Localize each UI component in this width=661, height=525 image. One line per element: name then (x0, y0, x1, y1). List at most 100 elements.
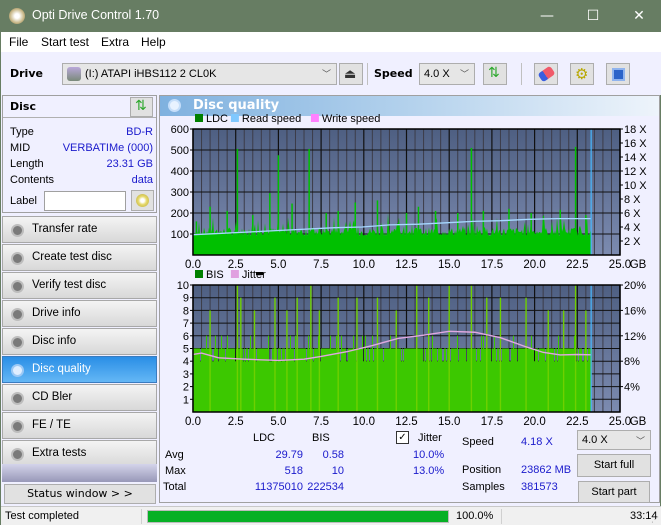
menu-extra[interactable]: Extra (101, 35, 129, 49)
menu-bar: File Start test Extra Help (1, 32, 661, 52)
disc-tool-icon (11, 336, 24, 349)
x-tick-label: 15.0 (438, 259, 460, 271)
max-label: Max (165, 465, 186, 477)
y-tick-label-left: 4 (183, 356, 189, 368)
toolbar: Drive (I:) ATAPI iHBS112 2 CL0K ﹀ ⏏ Spee… (1, 52, 661, 95)
y-tick-label-left: 9 (183, 293, 189, 305)
x-tick-label: 0.0 (185, 259, 201, 271)
close-button[interactable]: ✕ (616, 1, 661, 32)
disc-tool-icon (11, 280, 24, 293)
disc-refresh-button[interactable]: ⇅ (130, 97, 153, 117)
y-tick-label-right: 4% (624, 382, 640, 394)
nav-item-label: Extra tests (32, 447, 87, 459)
disc-label-label: Label (10, 195, 37, 207)
nav-item-drive-info[interactable]: Drive info (2, 300, 157, 327)
nav-item-label: FE / TE (32, 419, 71, 431)
menu-help[interactable]: Help (141, 35, 166, 49)
max-ldc: 518 (284, 465, 303, 477)
speed-stat-label: Speed (462, 436, 494, 448)
y-tick-label-right: 4 X (624, 222, 641, 234)
maximize-button[interactable]: ☐ (570, 1, 616, 32)
total-bis: 222534 (307, 481, 344, 493)
drive-icon (67, 67, 81, 81)
legend-label-ldc: LDC (206, 113, 228, 125)
nav-item-cd-bler[interactable]: CD Bler (2, 384, 157, 411)
disc-info-box: Disc ⇅ Type BD-R MID VERBATIMe (000) Len… (2, 95, 157, 213)
nav-item-create-test-disc[interactable]: Create test disc (2, 244, 157, 271)
y-tick-label-left: 10 (177, 280, 189, 292)
drive-value: (I:) ATAPI iHBS112 2 CL0K (85, 68, 217, 80)
nav-item-label: Verify test disc (32, 279, 107, 291)
disc-length-label: Length (10, 158, 44, 170)
nav-item-verify-test-disc[interactable]: Verify test disc (2, 272, 157, 299)
y-tick-label-right: 8 X (624, 194, 641, 206)
col-bis-header: BIS (312, 432, 330, 444)
progress-fill (148, 511, 448, 522)
drive-select[interactable]: (I:) ATAPI iHBS112 2 CL0K ﹀ (62, 63, 337, 85)
disc-icon (136, 194, 149, 207)
y-tick-label-right: 6 X (624, 208, 641, 220)
erase-button[interactable] (534, 63, 558, 85)
y-tick-label-left: 400 (171, 166, 189, 178)
max-bis: 10 (331, 465, 344, 477)
x-tick-label: 7.5 (313, 259, 329, 271)
nav-item-extra-tests[interactable]: Extra tests (2, 440, 157, 467)
progress-text: 100.0% (456, 510, 494, 522)
y-tick-label-right: 2 X (624, 236, 641, 248)
max-jitter: 13.0% (413, 465, 445, 477)
refresh-drive-button[interactable]: ⇅ (483, 63, 507, 85)
start-full-button[interactable]: Start full (577, 454, 651, 477)
save-button[interactable] (606, 63, 630, 85)
disc-mid-value: VERBATIMe (000) (62, 142, 153, 154)
col-ldc-header: LDC (253, 432, 276, 444)
disc-label-input[interactable] (44, 191, 126, 211)
legend-label-bis: BIS (206, 269, 224, 281)
speed-select[interactable]: 4.0 X ﹀ (419, 63, 475, 85)
jitter-checkbox[interactable]: ✓ (396, 431, 409, 444)
status-window-button[interactable]: Status window > > (4, 484, 156, 504)
y-tick-label-left: 6 (183, 331, 189, 343)
disc-label-button[interactable] (131, 190, 154, 211)
total-ldc: 11375010 (254, 481, 303, 493)
y-tick-label-right: 12 X (624, 166, 647, 178)
x-tick-label: 2.5 (228, 416, 244, 426)
y-tick-label-left: 8 (183, 305, 189, 317)
x-tick-label: 20.0 (523, 416, 545, 426)
nav-item-transfer-rate[interactable]: Transfer rate (2, 216, 157, 243)
menu-start-test[interactable]: Start test (41, 35, 89, 49)
disc-quality-panel: Disc quality LDC Read speed Write speed 0.0… (159, 95, 660, 503)
disc-mid-label: MID (10, 142, 31, 154)
eject-button[interactable]: ⏏ (339, 63, 363, 85)
nav-item-fe-te[interactable]: FE / TE (2, 412, 157, 439)
legend-swatch-jitter (230, 270, 239, 278)
y-tick-label-left: 5 (183, 344, 189, 356)
nav-item-disc-info[interactable]: Disc info (2, 328, 157, 355)
x-tick-label: 25.0 (609, 416, 631, 426)
minimize-button[interactable]: — (524, 1, 570, 32)
avg-label: Avg (165, 449, 184, 461)
test-speed-select[interactable]: 4.0 X ﹀ (577, 430, 651, 450)
speed-value: 4.0 X (424, 68, 450, 80)
y-tick-label-right: 14 X (624, 152, 647, 164)
disc-tool-icon (11, 224, 24, 237)
x-unit-label: GB (630, 259, 647, 271)
charts-area: LDC Read speed Write speed0.0 2.5 5.0 7.5 10.0… (171, 113, 648, 426)
y-tick-label-right: 20% (624, 280, 646, 292)
resize-grip-icon[interactable]: ⋰ (651, 515, 659, 524)
start-part-button[interactable]: Start part (578, 481, 650, 503)
y-tick-label-left: 200 (171, 208, 189, 220)
x-tick-label: 22.5 (566, 259, 588, 271)
settings-button[interactable]: ⚙ (570, 63, 594, 85)
disc-tool-icon (11, 392, 24, 405)
x-tick-label: 10.0 (353, 259, 375, 271)
x-tick-label: 17.5 (481, 416, 503, 426)
x-tick-label: 25.0 (609, 259, 631, 271)
menu-file[interactable]: File (9, 35, 28, 49)
eject-icon: ⏏ (344, 67, 357, 82)
y-tick-label-right: 8% (624, 356, 640, 368)
y-tick-label-left: 1 (183, 394, 189, 406)
x-tick-label: 7.5 (313, 416, 329, 426)
y-tick-label-left: 7 (183, 318, 189, 330)
nav-item-disc-quality[interactable]: Disc quality (2, 356, 157, 383)
y-tick-label-left: 3 (183, 369, 189, 381)
